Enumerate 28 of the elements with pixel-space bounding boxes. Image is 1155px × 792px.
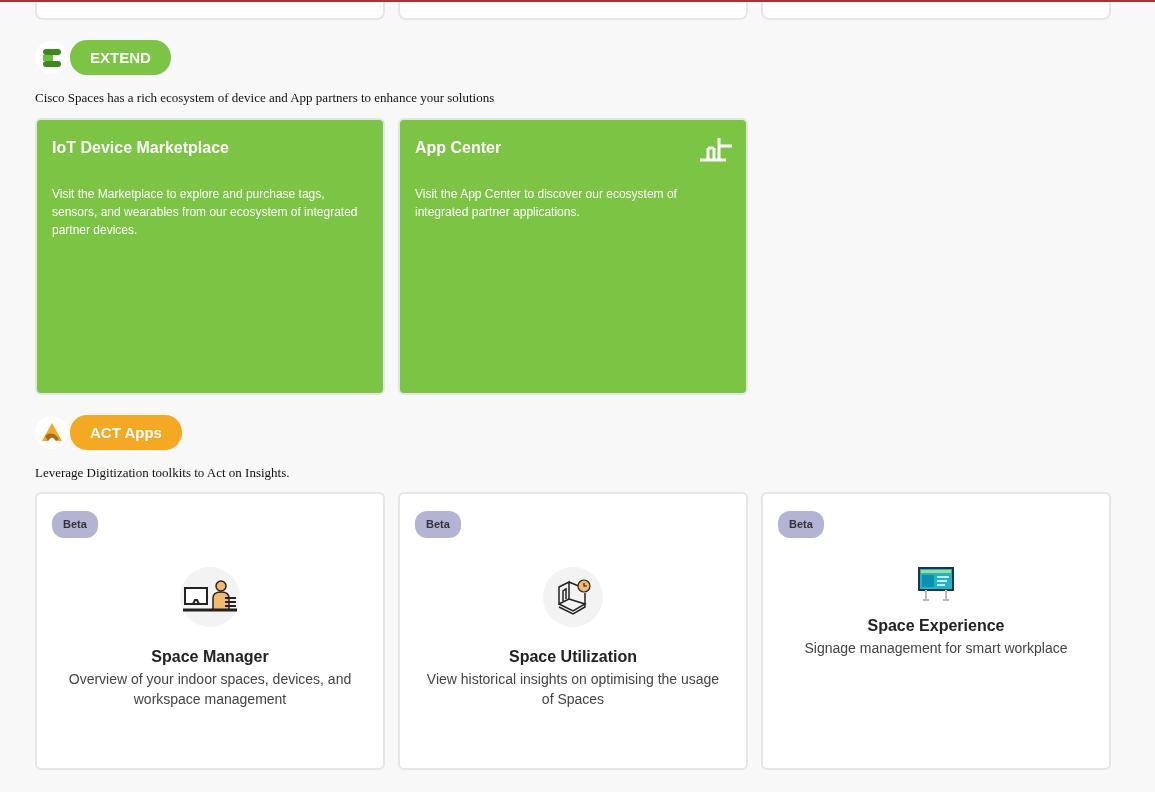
section-description: Leverage Digitization toolkits to Act on Insights. xyxy=(35,463,291,482)
beta-tag: Beta xyxy=(415,511,461,538)
beta-tag: Beta xyxy=(52,511,98,538)
card-text: Signage management for smart workplace xyxy=(803,638,1069,658)
section-description: Cisco Spaces has a rich ecosystem of device and App partners to enhance your solutions xyxy=(35,89,496,107)
desk-worker-icon xyxy=(183,579,237,614)
card-text: Overview of your indoor spaces, devices, and workspace management xyxy=(67,669,353,709)
card-title: IoT Device Marketplace xyxy=(52,137,229,157)
beta-tag: Beta xyxy=(778,511,824,538)
card-title: Space Experience xyxy=(866,615,1006,635)
act-logo-icon xyxy=(41,423,62,441)
app-card[interactable]: Beta Space Experience Signage management for smart workplace xyxy=(761,492,1111,770)
app-card[interactable]: Beta Space Utilization View historical insights on optimising the usage of Spaces xyxy=(398,492,748,770)
partner-card[interactable]: App Center Visit the App Center to discover our ecosystem of integrated partner applications. xyxy=(398,117,748,395)
section-button[interactable]: EXTEND xyxy=(70,40,171,75)
chart-icon xyxy=(700,135,732,162)
card-text: Visit the App Center to discover our ecosystem of integrated partner applications. xyxy=(415,185,678,221)
signage-display-icon xyxy=(918,566,954,601)
card-text: Visit the Marketplace to explore and purchase tags, sensors, and wearables from our ecosystem of integrated partner devices. xyxy=(52,185,359,239)
app-card[interactable]: Beta Space Manager Overview of your indoor spaces, devices, and workspace management xyxy=(35,492,385,770)
extend-logo-icon xyxy=(42,48,61,67)
room-clock-icon xyxy=(555,578,591,615)
card-text: View historical insights on optimising the usage of Spaces xyxy=(425,669,721,709)
section-button[interactable]: ACT Apps xyxy=(70,414,182,450)
card-title: App Center xyxy=(415,137,502,157)
card-title: Space Manager xyxy=(150,646,270,666)
card-title: Space Utilization xyxy=(508,646,638,666)
partner-card[interactable]: IoT Device Marketplace Visit the Marketplace to explore and purchase tags, sensors, and wearables from our ecosystem of integrated partner devices. xyxy=(35,117,385,395)
